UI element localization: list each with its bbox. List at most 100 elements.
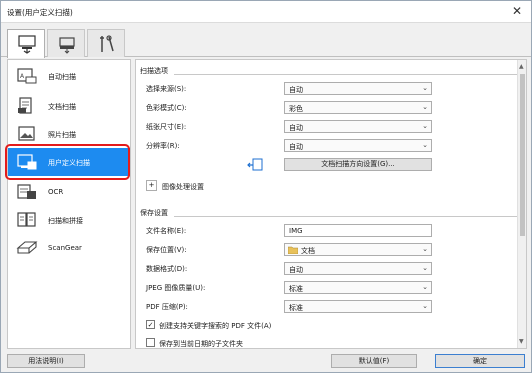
source-label: 选择来源(S): (146, 85, 187, 93)
nav-label: OCR (48, 188, 64, 196)
source-value: 自动 (289, 86, 303, 94)
scangear-icon (16, 241, 38, 254)
keyword-pdf-checkbox[interactable]: ✓ (146, 320, 155, 329)
scan-options-title: 扫描选项 (140, 67, 168, 75)
tab-scan[interactable] (7, 29, 45, 58)
window-title: 设置(用户定义扫描) (7, 8, 73, 17)
jpeg-quality-label: JPEG 图像质量(U): (146, 284, 206, 292)
svg-text:A: A (20, 73, 25, 80)
section-divider (174, 216, 518, 217)
nav-photo-scan[interactable]: 照片扫描 (8, 120, 130, 148)
footer-bar: 用法说明(I) 默认值(F) 确定 (1, 351, 531, 372)
chevron-down-icon: ⌄ (422, 302, 428, 310)
orientation-row: 文档扫描方向设置(G)... (146, 158, 520, 171)
ok-button[interactable]: 确定 (435, 354, 525, 368)
nav-ocr[interactable]: OCR (8, 178, 130, 206)
pdf-compression-label: PDF 压缩(P): (146, 303, 188, 311)
nav-label: 照片扫描 (48, 131, 76, 139)
nav-label: 扫描和拼接 (48, 217, 83, 225)
tab-scanner-settings[interactable] (47, 29, 85, 57)
data-format-select[interactable]: 自动 ⌄ (284, 262, 432, 275)
save-location-label: 保存位置(V): (146, 246, 187, 254)
jpeg-quality-row: JPEG 图像质量(U): 标准 ⌄ (146, 281, 520, 294)
nav-auto-scan[interactable]: A 自动扫描 (8, 62, 130, 90)
orientation-icon (247, 158, 263, 171)
source-select[interactable]: 自动 ⌄ (284, 82, 432, 95)
pdf-compression-select[interactable]: 标准 ⌄ (284, 300, 432, 313)
title-bar: 设置(用户定义扫描) ✕ (1, 1, 531, 23)
pdf-compression-row: PDF 压缩(P): 标准 ⌄ (146, 300, 520, 313)
scroll-down-icon[interactable]: ▼ (519, 338, 524, 345)
ocr-icon (17, 184, 36, 199)
source-row: 选择来源(S): 自动 ⌄ (146, 82, 520, 95)
scanner-settings-tab-icon (59, 37, 75, 54)
resolution-select[interactable]: 自动 ⌄ (284, 139, 432, 152)
nav-document-scan[interactable]: 文档扫描 (8, 92, 130, 120)
general-settings-tab-icon (100, 35, 114, 52)
scan-mode-list: A 自动扫描 文档扫描 照片扫描 用户定义扫描 OCR 扫描和拼接 ScanGe… (7, 59, 131, 349)
chevron-down-icon: ⌄ (422, 103, 428, 111)
nav-label: 文档扫描 (48, 103, 76, 111)
image-processing-row: + 图像处理设置 (146, 180, 520, 193)
help-button[interactable]: 用法说明(I) (7, 354, 85, 368)
scan-options-section: 扫描选项 选择来源(S): 自动 ⌄ 色彩模式(C): 彩色 ⌄ 纸张尺寸(E)… (136, 66, 518, 206)
paper-size-select[interactable]: 自动 ⌄ (284, 120, 432, 133)
save-location-row: 保存位置(V): 文档 ⌄ (146, 243, 520, 256)
scrollbar-thumb[interactable] (520, 74, 525, 236)
filename-row: 文件名称(E): IMG (146, 224, 520, 237)
chevron-down-icon: ⌄ (422, 84, 428, 92)
keyword-pdf-label: 创建支持关键字搜索的 PDF 文件(A) (159, 322, 272, 330)
nav-scangear[interactable]: ScanGear (8, 234, 130, 262)
chevron-down-icon: ⌄ (422, 245, 428, 253)
auto-scan-icon: A (17, 68, 37, 84)
chevron-down-icon: ⌄ (422, 122, 428, 130)
save-settings-section: 保存设置 文件名称(E): IMG 保存位置(V): 文档 ⌄ 数据格式(D):… (136, 208, 518, 348)
data-format-label: 数据格式(D): (146, 265, 188, 273)
subfolder-row: 保存到当前日期的子文件夹 (146, 337, 520, 348)
resolution-value: 自动 (289, 143, 303, 151)
chevron-down-icon: ⌄ (422, 264, 428, 272)
expand-button[interactable]: + (146, 180, 157, 191)
paper-label: 纸张尺寸(E): (146, 123, 187, 131)
jpeg-quality-select[interactable]: 标准 ⌄ (284, 281, 432, 294)
filename-input[interactable]: IMG (284, 224, 432, 237)
save-location-value: 文档 (301, 247, 315, 255)
data-format-row: 数据格式(D): 自动 ⌄ (146, 262, 520, 275)
nav-custom-scan[interactable]: 用户定义扫描 (8, 148, 130, 176)
orientation-settings-button[interactable]: 文档扫描方向设置(G)... (284, 158, 432, 171)
vertical-scrollbar[interactable]: ▲ ▼ (517, 60, 526, 348)
save-location-select[interactable]: 文档 ⌄ (284, 243, 432, 256)
nav-stitch[interactable]: 扫描和拼接 (8, 206, 130, 234)
paper-value: 自动 (289, 124, 303, 132)
color-value: 彩色 (289, 105, 303, 113)
defaults-button[interactable]: 默认值(F) (331, 354, 417, 368)
keyword-pdf-row: ✓ 创建支持关键字搜索的 PDF 文件(A) (146, 319, 520, 332)
save-settings-title: 保存设置 (140, 209, 168, 217)
section-divider (174, 74, 518, 75)
settings-window: 设置(用户定义扫描) ✕ A 自动扫描 文档扫描 照片扫描 用户定义扫描 OCR… (0, 0, 532, 373)
subfolder-checkbox[interactable] (146, 338, 155, 347)
stitch-icon (17, 212, 36, 227)
close-icon[interactable]: ✕ (509, 3, 525, 19)
color-row: 色彩模式(C): 彩色 ⌄ (146, 101, 520, 114)
chevron-down-icon: ⌄ (422, 141, 428, 149)
photo-scan-icon (18, 126, 35, 141)
image-processing-label: 图像处理设置 (162, 183, 204, 191)
folder-icon (288, 246, 298, 254)
scan-tab-icon (18, 35, 36, 54)
jpeg-quality-value: 标准 (289, 285, 303, 293)
chevron-down-icon: ⌄ (422, 283, 428, 291)
settings-panel: 扫描选项 选择来源(S): 自动 ⌄ 色彩模式(C): 彩色 ⌄ 纸张尺寸(E)… (135, 59, 527, 349)
scroll-up-icon[interactable]: ▲ (519, 63, 524, 70)
data-format-value: 自动 (289, 266, 303, 274)
nav-label: 用户定义扫描 (48, 159, 90, 167)
custom-scan-icon (17, 154, 37, 170)
tab-general-settings[interactable] (87, 29, 125, 57)
resolution-label: 分辨率(R): (146, 142, 180, 150)
nav-label: 自动扫描 (48, 73, 76, 81)
paper-row: 纸张尺寸(E): 自动 ⌄ (146, 120, 520, 133)
pdf-compression-value: 标准 (289, 304, 303, 312)
subfolder-label: 保存到当前日期的子文件夹 (159, 340, 243, 348)
filename-value: IMG (289, 227, 303, 235)
color-mode-select[interactable]: 彩色 ⌄ (284, 101, 432, 114)
